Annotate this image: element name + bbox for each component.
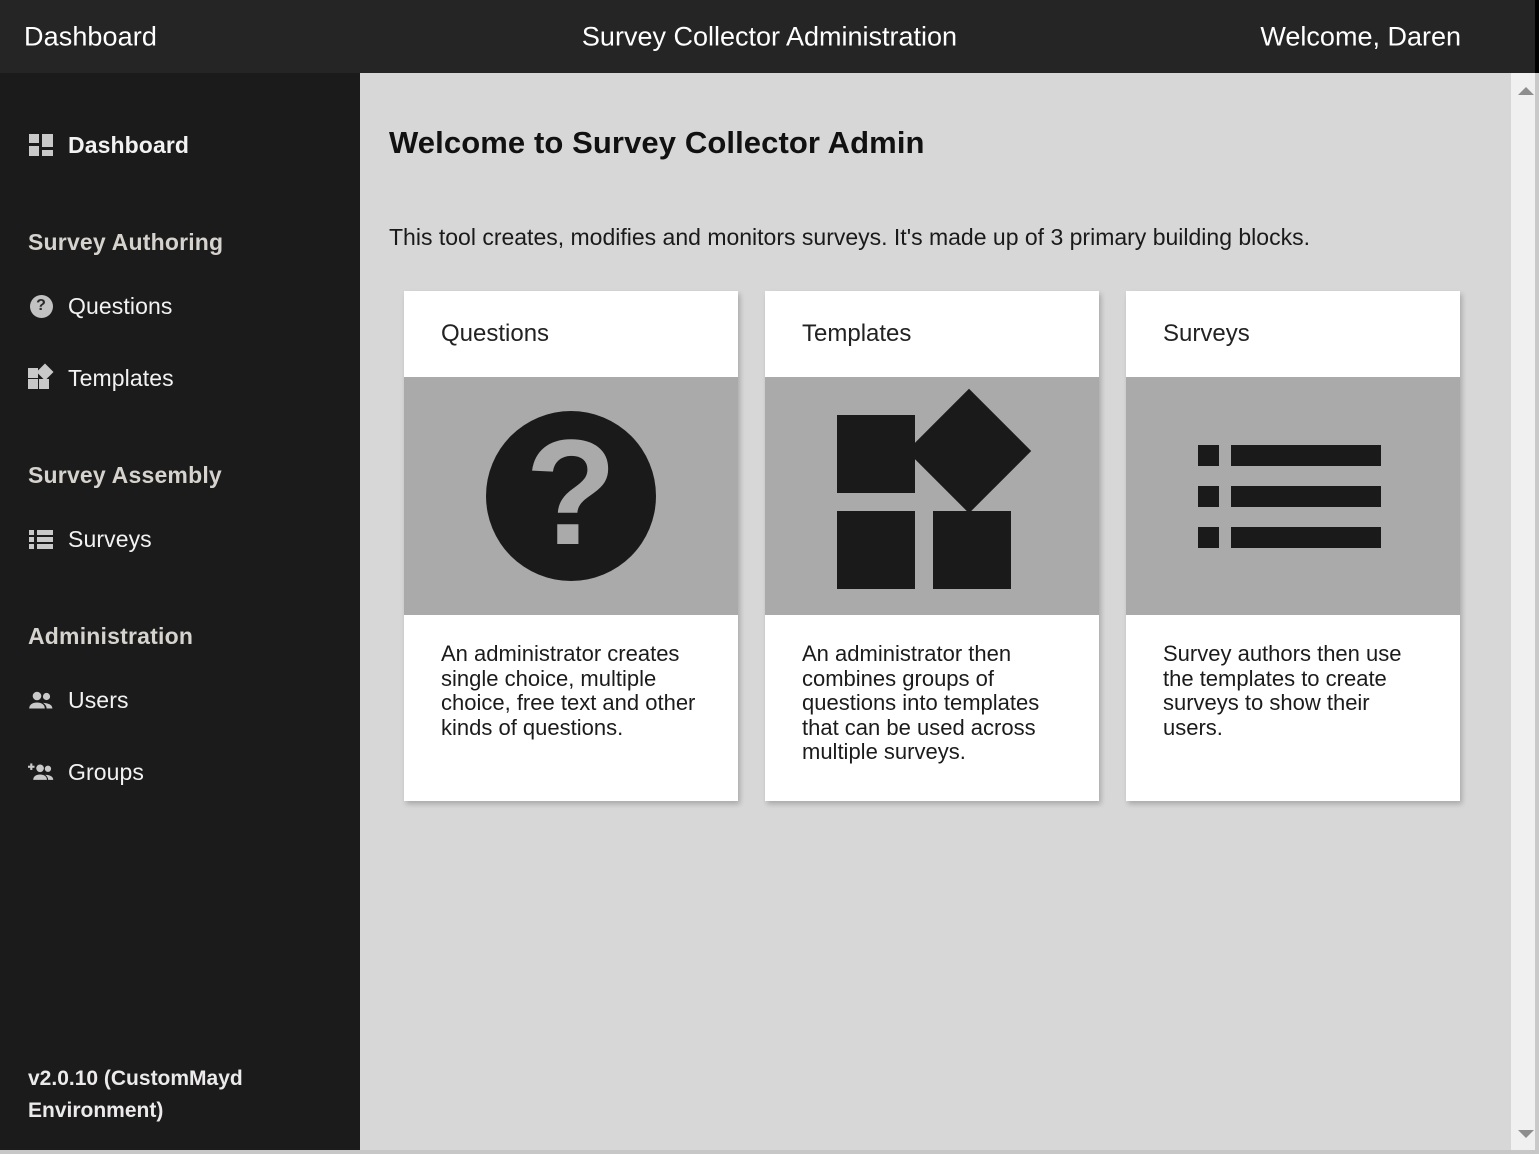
sidebar-item-users[interactable]: Users: [0, 678, 360, 722]
users-icon: [28, 687, 54, 713]
card-questions-title: Questions: [441, 320, 550, 347]
page-title: Welcome to Survey Collector Admin: [389, 125, 925, 160]
sidebar-item-dashboard-label: Dashboard: [68, 131, 190, 158]
three-squares-diamond-icon: [837, 388, 1032, 591]
dashboard-grid-icon-shape: [29, 134, 53, 156]
welcome-user-label[interactable]: Welcome, Daren: [1260, 21, 1461, 52]
card-surveys-body: Survey authors then use the templates to…: [1126, 615, 1460, 801]
sidebar-section-survey-authoring: Survey Authoring: [28, 229, 224, 255]
question-mark-circle-icon: ?: [486, 411, 656, 581]
page-intro-text: This tool creates, modifies and monitors…: [389, 224, 1310, 250]
sidebar-item-surveys[interactable]: Surveys: [0, 517, 360, 561]
window-right-edge: [1535, 0, 1539, 1154]
card-templates-header: Templates: [765, 291, 1099, 377]
question-circle-icon-shape: ?: [29, 294, 53, 318]
card-surveys[interactable]: Surveys Survey authors then use the temp…: [1126, 291, 1460, 801]
card-questions-text: An administrator creates single choice, …: [441, 641, 696, 740]
templates-shapes-icon-shape: [28, 363, 54, 390]
sidebar-gap-5: [0, 489, 360, 517]
sidebar-section-survey-assembly: Survey Assembly: [28, 462, 222, 488]
building-blocks-card-row: Questions ? An administrator creates sin…: [404, 291, 1460, 801]
sidebar-top-spacer: [0, 73, 360, 123]
question-circle-icon: ?: [28, 293, 54, 319]
sidebar-item-users-label: Users: [68, 686, 129, 713]
sidebar-gap-7: [0, 650, 360, 678]
card-templates-text: An administrator then combines groups of…: [802, 641, 1040, 764]
card-questions-body: An administrator creates single choice, …: [404, 615, 738, 801]
sidebar-item-surveys-label: Surveys: [68, 525, 152, 552]
sidebar-item-questions[interactable]: ? Questions: [0, 284, 360, 328]
window-right-edge-top: [1535, 0, 1539, 73]
sidebar-item-groups[interactable]: Groups: [0, 750, 360, 794]
card-questions-media: ?: [404, 377, 738, 615]
sidebar-gap-1: [0, 167, 360, 229]
bulleted-list-icon: [1198, 444, 1388, 548]
sidebar: Dashboard Survey Authoring ? Questions T…: [0, 73, 360, 1154]
card-questions[interactable]: Questions ? An administrator creates sin…: [404, 291, 738, 801]
app-root: Dashboard Survey Collector Administratio…: [0, 0, 1539, 1154]
card-surveys-header: Surveys: [1126, 291, 1460, 377]
sidebar-section-administration: Administration: [28, 623, 194, 649]
add-group-icon: [28, 759, 54, 785]
card-surveys-media: [1126, 377, 1460, 615]
sidebar-item-templates-label: Templates: [68, 364, 174, 391]
sidebar-gap-6: [0, 561, 360, 623]
card-questions-header: Questions: [404, 291, 738, 377]
sidebar-item-templates[interactable]: Templates: [0, 356, 360, 400]
card-templates[interactable]: Templates An administrator then combines…: [765, 291, 1099, 801]
list-icon-shape: [29, 529, 53, 549]
sidebar-gap-8: [0, 722, 360, 750]
sidebar-item-dashboard[interactable]: Dashboard: [0, 123, 360, 167]
sidebar-gap-3: [0, 328, 360, 356]
templates-shapes-icon: [28, 363, 54, 391]
top-bar: Dashboard Survey Collector Administratio…: [0, 0, 1539, 73]
sidebar-gap-2: [0, 256, 360, 284]
card-templates-body: An administrator then combines groups of…: [765, 615, 1099, 801]
card-templates-title: Templates: [802, 320, 912, 347]
bottom-edge-strip: [0, 1150, 1539, 1154]
sidebar-gap-4: [0, 400, 360, 462]
app-version-label: v2.0.10 (CustomMayd Environment): [28, 1067, 243, 1122]
question-mark-glyph: ?: [525, 408, 617, 576]
list-icon: [28, 526, 54, 552]
card-templates-media: [765, 377, 1099, 615]
sidebar-item-groups-label: Groups: [68, 758, 145, 785]
main-content: Welcome to Survey Collector Admin This t…: [360, 73, 1510, 1154]
sidebar-item-questions-label: Questions: [68, 292, 173, 319]
card-surveys-title: Surveys: [1163, 320, 1250, 347]
card-surveys-text: Survey authors then use the templates to…: [1163, 641, 1402, 740]
dashboard-grid-icon: [28, 132, 54, 158]
